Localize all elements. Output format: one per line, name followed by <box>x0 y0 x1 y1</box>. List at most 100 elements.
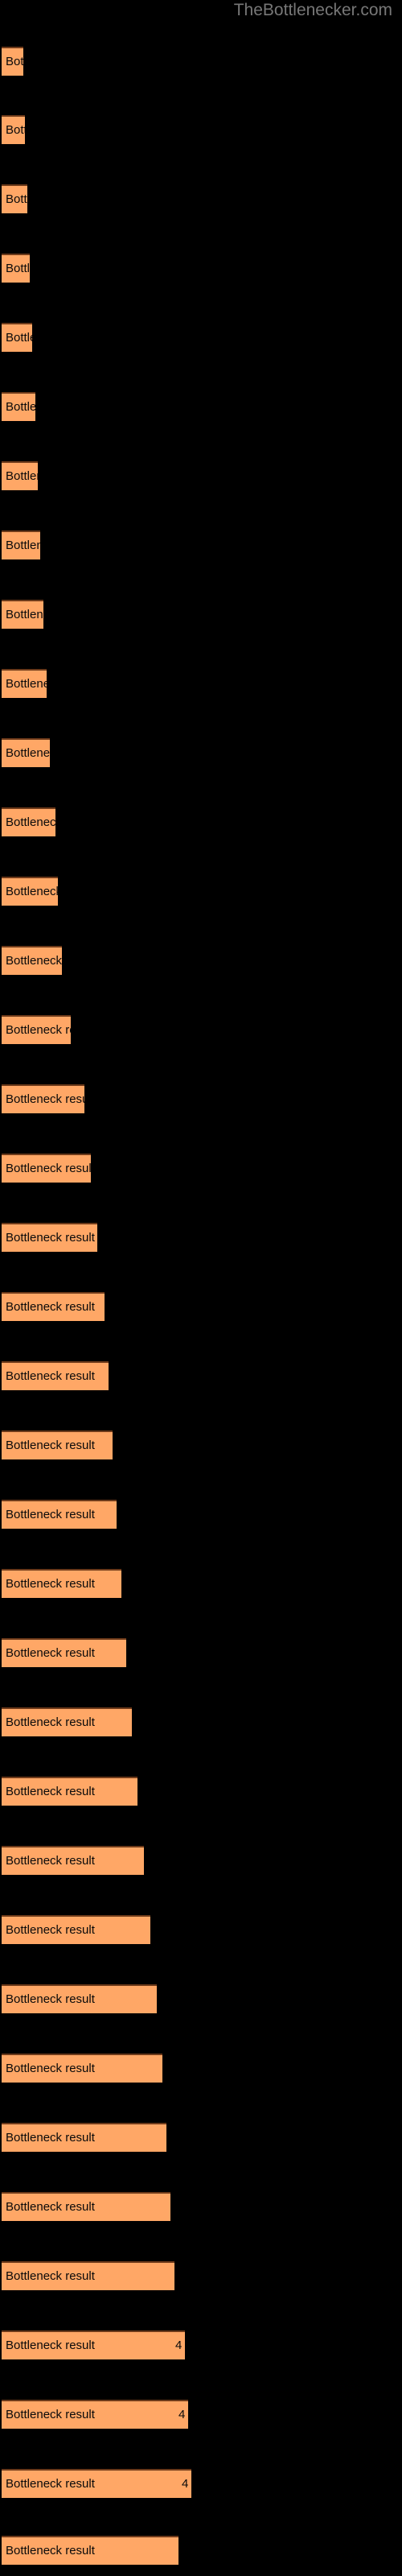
bar-label: Bottleneck result <box>6 55 23 68</box>
bar[interactable]: Bottleneck result <box>2 184 27 213</box>
bar-row: Bottleneck result <box>0 47 402 76</box>
bar-row: Bottleneck result <box>0 2261 402 2290</box>
bar-label: Bottleneck result <box>6 400 35 414</box>
bar[interactable]: Bottleneck result <box>2 1707 132 1736</box>
bar-label: Bottleneck result <box>6 1162 91 1175</box>
bar-value: 4 <box>175 2339 183 2352</box>
bar-label: Bottleneck result <box>6 815 55 829</box>
bar-label: Bottleneck result <box>6 469 38 483</box>
bar-label: Bottleneck result <box>6 746 50 760</box>
bar[interactable]: Bottleneck result 4 <box>2 2330 185 2359</box>
bar-row: Bottleneck result <box>0 392 402 421</box>
bar-label: Bottleneck result <box>6 2269 95 2283</box>
bar-row: Bottleneck result <box>0 1707 402 1736</box>
bar-label: Bottleneck result <box>6 1577 95 1591</box>
bar-label: Bottleneck result <box>6 677 47 691</box>
bar-row: Bottleneck result <box>0 738 402 767</box>
bar-row: Bottleneck result <box>0 1361 402 1390</box>
bar[interactable]: Bottleneck result <box>2 1984 157 2013</box>
bar-row: Bottleneck result <box>0 2123 402 2152</box>
bar[interactable]: Bottleneck result <box>2 1638 126 1667</box>
bar-label: Bottleneck result <box>6 1369 95 1383</box>
bar-row: Bottleneck result <box>0 1015 402 1044</box>
bar-label: Bottleneck result <box>6 1646 95 1660</box>
bar[interactable]: Bottleneck result <box>2 2261 174 2290</box>
bar-row: Bottleneck result <box>0 1430 402 1459</box>
bar-row: Bottleneck result <box>0 461 402 490</box>
bar-label: Bottleneck result <box>6 1854 95 1868</box>
bar-label: Bottleneck result <box>6 1439 95 1452</box>
bar[interactable]: Bottleneck result <box>2 1223 97 1252</box>
bar-row: Bottleneck result <box>0 115 402 144</box>
bar-label: Bottleneck result <box>6 1992 95 2006</box>
bar[interactable]: Bottleneck result <box>2 600 43 629</box>
bar[interactable]: Bottleneck result <box>2 807 55 836</box>
bar-row: Bottleneck result <box>0 1154 402 1183</box>
bar[interactable]: Bottleneck result <box>2 1569 121 1598</box>
bar-label: Bottleneck result <box>6 885 58 898</box>
bar-label: Bottleneck result <box>6 1785 95 1798</box>
bar-label: Bottleneck result <box>6 2062 95 2075</box>
bar[interactable]: Bottleneck result <box>2 2192 170 2221</box>
bar[interactable]: Bottleneck result <box>2 1846 144 1875</box>
bar-label: Bottleneck result <box>6 262 30 275</box>
bar-row: Bottleneck result <box>0 254 402 283</box>
bar[interactable]: Bottleneck result <box>2 1292 105 1321</box>
bar[interactable]: Bottleneck result <box>2 530 40 559</box>
bar[interactable]: Bottleneck result <box>2 1084 84 1113</box>
bar-row: Bottleneck result 4 <box>0 2469 402 2498</box>
bar[interactable]: Bottleneck result <box>2 392 35 421</box>
bottleneck-bar-chart: Bottleneck result Bottleneck result Bottle… <box>0 0 402 2576</box>
bar-row: Bottleneck result <box>0 2192 402 2221</box>
bar[interactable]: Bottleneck result <box>2 2054 162 2083</box>
bar-label: Bottleneck result <box>6 1715 95 1729</box>
bar-label: Bottleneck result <box>6 2200 95 2214</box>
bar[interactable]: Bottleneck result <box>2 2123 166 2152</box>
bar[interactable]: Bottleneck result <box>2 461 38 490</box>
bar-label: Bottleneck result <box>6 2339 95 2352</box>
bar-row: Bottleneck result <box>0 1084 402 1113</box>
bar[interactable]: Bottleneck result <box>2 1430 113 1459</box>
bar-row: Bottleneck result <box>0 1984 402 2013</box>
bar[interactable]: Bottleneck result <box>2 1015 71 1044</box>
bar[interactable]: Bottleneck result <box>2 1500 117 1529</box>
bar-row: Bottleneck result <box>0 184 402 213</box>
bar-label: Bottleneck result <box>6 123 25 137</box>
bar[interactable]: Bottleneck result <box>2 669 47 698</box>
bar-label: Bottleneck result <box>6 539 40 552</box>
bar-label: Bottleneck result <box>6 331 32 345</box>
bar-row: Bottleneck result <box>0 1500 402 1529</box>
bar-label: Bottleneck result <box>6 1923 95 1937</box>
bar-row: Bottleneck result <box>0 2054 402 2083</box>
bar[interactable]: Bottleneck result <box>2 254 30 283</box>
bar[interactable]: Bottleneck result <box>2 2536 178 2565</box>
bar-row: Bottleneck result <box>0 946 402 975</box>
bar-label: Bottleneck result <box>6 2477 95 2491</box>
bar[interactable]: Bottleneck result <box>2 738 50 767</box>
bar-label: Bottleneck result <box>6 1300 95 1314</box>
bar-row: Bottleneck result <box>0 1292 402 1321</box>
bar[interactable]: Bottleneck result <box>2 115 25 144</box>
bar-label: Bottleneck result <box>6 192 27 206</box>
bar-row: Bottleneck result <box>0 530 402 559</box>
bar[interactable]: Bottleneck result <box>2 1361 109 1390</box>
bar-label: Bottleneck result <box>6 1508 95 1521</box>
bar-label: Bottleneck result <box>6 2131 95 2145</box>
bar-row: Bottleneck result <box>0 1777 402 1806</box>
bar-row: Bottleneck result <box>0 323 402 352</box>
bar-label: Bottleneck result <box>6 954 62 968</box>
bar[interactable]: Bottleneck result <box>2 946 62 975</box>
bar[interactable]: Bottleneck result <box>2 323 32 352</box>
bar-row: Bottleneck result <box>0 1223 402 1252</box>
bar[interactable]: Bottleneck result 4 <box>2 2469 191 2498</box>
bar[interactable]: Bottleneck result <box>2 1777 137 1806</box>
bar[interactable]: Bottleneck result <box>2 47 23 76</box>
bar-row: Bottleneck result <box>0 600 402 629</box>
bar-label: Bottleneck result <box>6 1092 84 1106</box>
bar[interactable]: Bottleneck result 4 <box>2 2400 188 2429</box>
bar[interactable]: Bottleneck result <box>2 1154 91 1183</box>
bar[interactable]: Bottleneck result <box>2 1915 150 1944</box>
bar[interactable]: Bottleneck result <box>2 877 58 906</box>
bar-row: Bottleneck result <box>0 1638 402 1667</box>
bar-label: Bottleneck result <box>6 2544 95 2557</box>
